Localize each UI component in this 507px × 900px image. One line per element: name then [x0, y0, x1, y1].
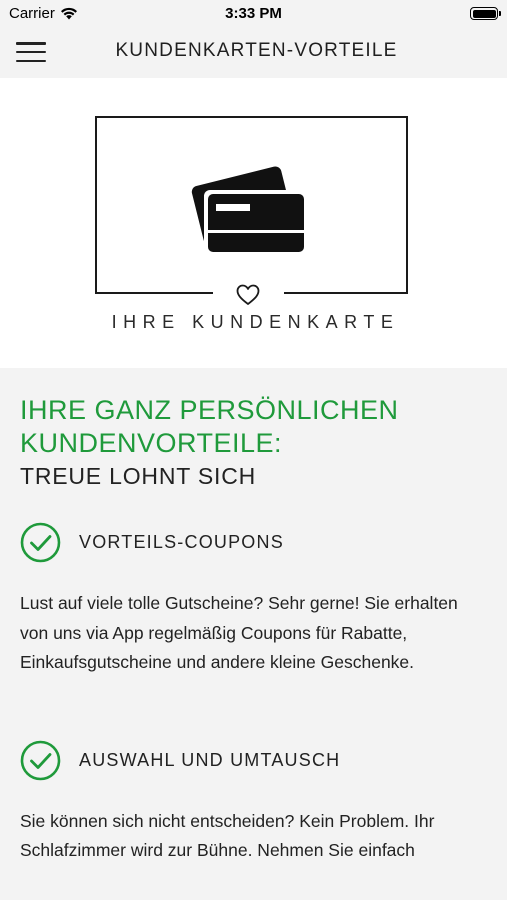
hero-banner: IHRE KUNDENKARTE: [0, 78, 507, 368]
benefit-item-coupons: VORTEILS-COUPONS Lust auf viele tolle Gu…: [20, 522, 487, 678]
heart-icon: [236, 284, 260, 305]
hero-caption: IHRE KUNDENKARTE: [111, 312, 400, 332]
battery-level: [472, 9, 496, 18]
check-circle-icon: [20, 740, 61, 780]
check-circle-icon: [20, 522, 61, 563]
status-bar: Carrier 3:33 PM: [0, 0, 507, 28]
frame-divider-left: [95, 292, 213, 294]
battery-icon: [470, 7, 501, 20]
benefit-item-exchange: AUSWAHL UND UMTAUSCH Sie können sich nic…: [20, 740, 487, 866]
navigation-bar: KUNDENKARTEN-VORTEILE: [0, 28, 507, 78]
main-content: IHRE GANZ PERSÖNLICHEN KUNDENVORTEILE: T…: [0, 368, 507, 866]
benefit-header: AUSWAHL UND UMTAUSCH: [20, 740, 487, 781]
benefit-title: VORTEILS-COUPONS: [79, 532, 284, 552]
benefit-header: VORTEILS-COUPONS: [20, 522, 487, 563]
credit-cards-icon: [191, 166, 306, 254]
benefits-headline: IHRE GANZ PERSÖNLICHEN KUNDENVORTEILE:: [20, 395, 399, 458]
benefit-title: AUSWAHL UND UMTAUSCH: [79, 749, 341, 770]
page-title: KUNDENKARTEN-VORTEILE: [115, 40, 398, 61]
benefits-subheadline: TREUE LOHNT SICH: [20, 463, 257, 489]
benefit-description: Sie können sich nicht entscheiden? Kein …: [20, 810, 435, 861]
status-time: 3:33 PM: [225, 5, 282, 22]
frame-divider-right: [284, 292, 408, 294]
benefit-description: Lust auf viele tolle Gutscheine? Sehr ge…: [20, 593, 458, 672]
